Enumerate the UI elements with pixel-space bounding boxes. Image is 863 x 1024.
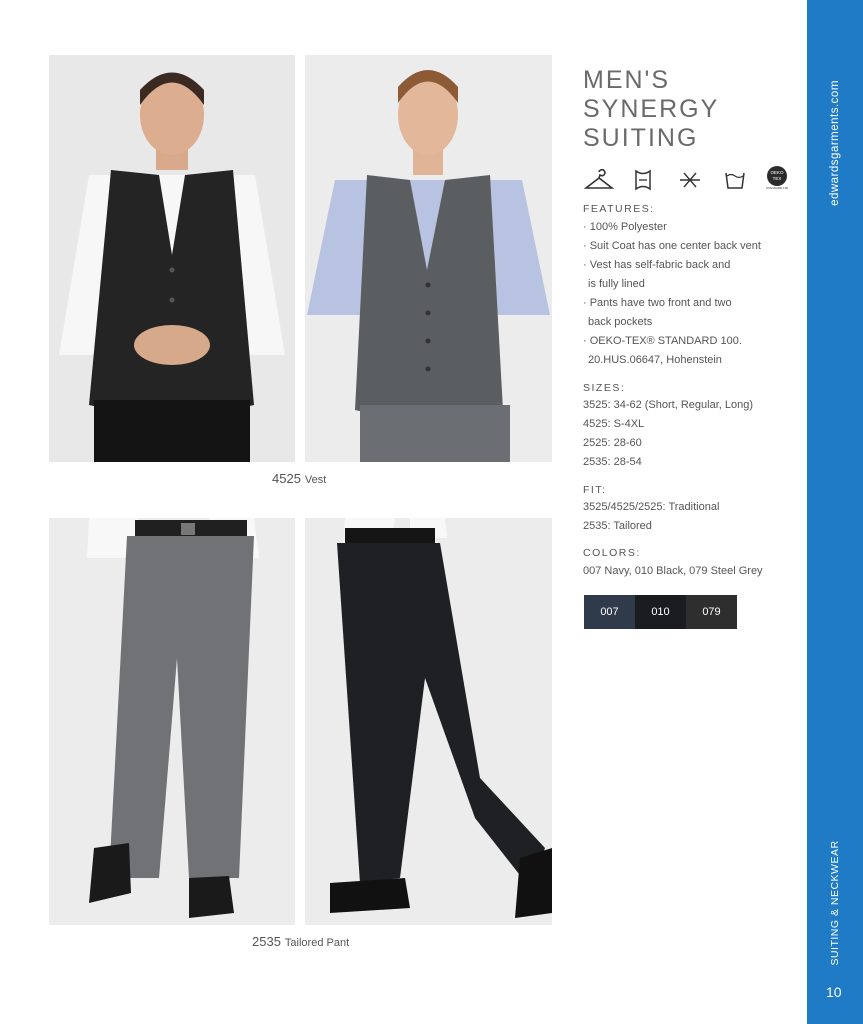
size-line: 4525: S-4XL <box>583 418 645 430</box>
photo-black-vest <box>49 55 295 462</box>
swatch-navy[interactable]: 007 <box>584 595 635 629</box>
caption-vest-code: 4525 <box>272 471 301 486</box>
color-swatches: 007 010 079 <box>584 595 737 629</box>
product-title-line: MEN'S <box>583 66 671 94</box>
feature-line: · Suit Coat has one center back vent <box>583 240 761 252</box>
photo-black-pant <box>305 518 552 925</box>
page-number: 10 <box>826 984 842 1000</box>
product-title-line: SUITING <box>583 124 699 152</box>
care-icons: OEKO TEX STANDARD 100 <box>584 166 790 194</box>
caption-pant: 2535 Tailored Pant <box>252 934 349 949</box>
caption-pant-label: Tailored Pant <box>284 937 350 949</box>
fit-heading: FIT: <box>583 484 607 496</box>
feature-line: back pockets <box>588 316 653 328</box>
size-line: 3525: 34-62 (Short, Regular, Long) <box>583 399 754 411</box>
photo-grey-vest <box>305 55 552 462</box>
feature-line: · Pants have two front and two <box>583 297 732 309</box>
photo-grey-pant <box>49 518 295 925</box>
caption-vest: 4525 Vest <box>272 471 326 486</box>
wash-icon <box>725 172 745 189</box>
product-title-line: SYNERGY <box>583 95 720 123</box>
oeko-tex-badge-icon: OEKO TEX STANDARD 100 <box>764 166 790 190</box>
hanger-icon <box>584 168 614 189</box>
swatch-code: 079 <box>702 606 721 618</box>
swatch-black[interactable]: 010 <box>635 595 686 629</box>
website-url[interactable]: edwardsgarments.com <box>829 80 841 206</box>
sizes-heading: SIZES: <box>583 382 626 394</box>
size-line: 2525: 28-60 <box>583 437 642 449</box>
features-heading: FEATURES: <box>583 203 655 215</box>
caption-pant-code: 2535 <box>252 934 281 949</box>
feature-line: · Vest has self-fabric back and <box>583 259 731 271</box>
do-not-iron-icon <box>680 172 700 188</box>
fit-line: 3525/4525/2525: Traditional <box>583 501 720 513</box>
feature-line: 20.HUS.06647, Hohenstein <box>588 354 722 366</box>
colors-heading: COLORS: <box>583 547 641 559</box>
size-line: 2535: 28-54 <box>583 456 642 468</box>
pressing-icon <box>635 169 651 191</box>
colors-line: 007 Navy, 010 Black, 079 Steel Grey <box>583 565 763 577</box>
caption-vest-label: Vest <box>304 474 327 486</box>
swatch-steel-grey[interactable]: 079 <box>686 595 737 629</box>
feature-line: · 100% Polyester <box>583 221 667 233</box>
feature-line: is fully lined <box>588 278 645 290</box>
swatch-code: 010 <box>651 606 670 618</box>
product-title: MEN'S SYNERGY SUITING <box>583 66 719 153</box>
fit-line: 2535: Tailored <box>583 520 652 532</box>
section-label: SUITING & NECKWEAR <box>829 840 841 966</box>
oeko-badge-bottom: STANDARD 100 <box>765 186 789 190</box>
feature-line: · OEKO-TEX® STANDARD 100. <box>583 335 742 347</box>
swatch-code: 007 <box>600 606 619 618</box>
oeko-badge-mid: TEX <box>772 176 782 181</box>
